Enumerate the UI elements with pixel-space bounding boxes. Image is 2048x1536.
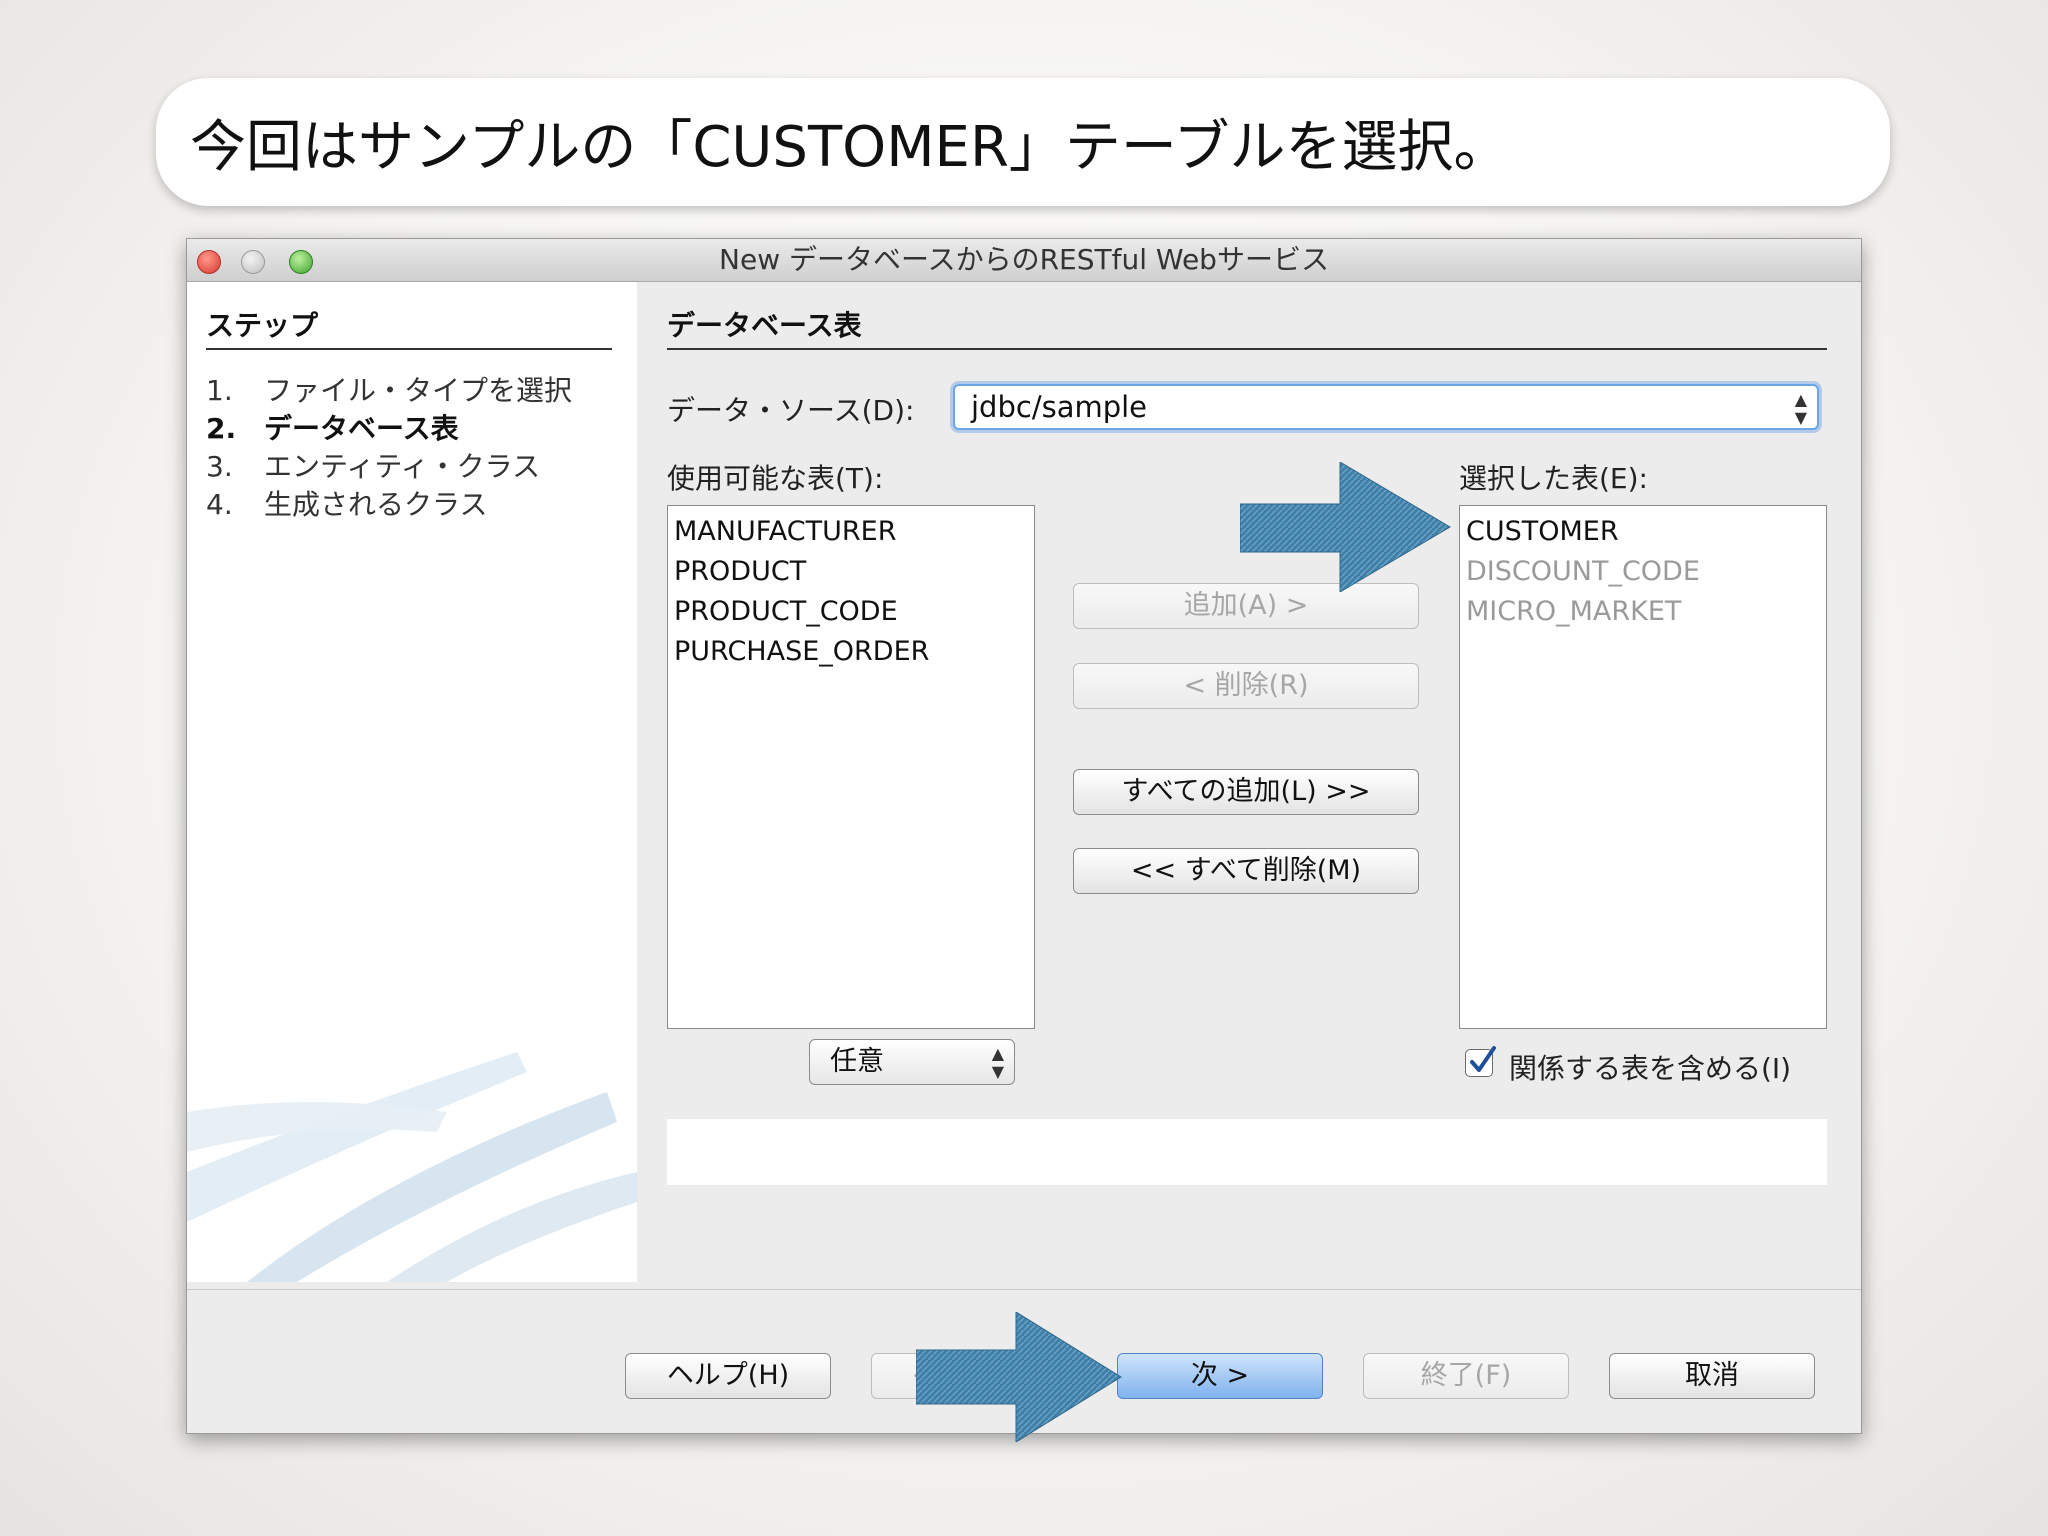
next-button[interactable]: 次 > — [1117, 1353, 1323, 1399]
window-title: New データベースからのRESTful Webサービス — [719, 243, 1329, 276]
remove-all-button[interactable]: << すべて削除(M) — [1073, 848, 1419, 894]
selected-tables-list[interactable]: CUSTOMER DISCOUNT_CODE MICRO_MARKET — [1459, 505, 1827, 1029]
selected-tables-label: 選択した表(E): — [1459, 462, 1648, 495]
available-tables-list[interactable]: MANUFACTURER PRODUCT PRODUCT_CODE PURCHA… — [667, 505, 1035, 1029]
list-item[interactable]: MICRO_MARKET — [1460, 592, 1826, 632]
datasource-value: jdbc/sample — [971, 390, 1148, 424]
arrow-right-icon — [1240, 462, 1451, 592]
updown-arrows-icon: ▲ ▼ — [991, 1044, 1004, 1081]
decorative-swoosh — [187, 1052, 637, 1282]
remove-button[interactable]: < 削除(R) — [1073, 663, 1419, 709]
steps-list: 1. ファイル・タイプを選択 2. データベース表 3. エンティティ・クラス 4. 生… — [206, 372, 572, 524]
step-item: 3. エンティティ・クラス — [206, 450, 541, 483]
include-related-label: 関係する表を含める(I) — [1509, 1052, 1792, 1085]
datasource-label: データ・ソース(D): — [667, 394, 915, 427]
list-item[interactable]: PURCHASE_ORDER — [668, 632, 1034, 672]
include-related-checkbox[interactable] — [1465, 1046, 1496, 1077]
step-item-current: 2. データベース表 — [206, 412, 459, 445]
separator — [187, 1289, 1861, 1290]
list-item[interactable]: DISCOUNT_CODE — [1460, 552, 1826, 592]
help-button[interactable]: ヘルプ(H) — [625, 1353, 831, 1399]
cancel-button[interactable]: 取消 — [1609, 1353, 1815, 1399]
wizard-dialog: New データベースからのRESTful Webサービス ステップ 1. ファイル… — [186, 238, 1862, 1434]
checkmark-icon — [1470, 1046, 1496, 1072]
finish-button[interactable]: 終了(F) — [1363, 1353, 1569, 1399]
step-item: 4. 生成されるクラス — [206, 488, 488, 521]
list-item[interactable]: CUSTOMER — [1460, 512, 1826, 552]
updown-arrows-icon: ▲ ▼ — [1794, 390, 1807, 427]
title-bar: New データベースからのRESTful Webサービス — [187, 239, 1861, 282]
add-all-button[interactable]: すべての追加(L) >> — [1073, 769, 1419, 815]
filter-select[interactable]: 任意 ▲ ▼ — [809, 1039, 1015, 1085]
message-area — [667, 1119, 1827, 1185]
steps-heading: ステップ — [206, 304, 612, 350]
datasource-select[interactable]: jdbc/sample ▲ ▼ — [953, 384, 1819, 430]
filter-select-value: 任意 — [830, 1046, 884, 1077]
arrow-right-icon — [916, 1312, 1122, 1442]
section-heading: データベース表 — [667, 304, 1827, 350]
available-tables-label: 使用可能な表(T): — [667, 462, 884, 495]
steps-panel: ステップ 1. ファイル・タイプを選択 2. データベース表 3. エンティティ・クラ… — [187, 282, 637, 1282]
slide-caption: 今回はサンプルの「CUSTOMER」テーブルを選択。 — [156, 78, 1890, 206]
list-item[interactable]: MANUFACTURER — [668, 512, 1034, 552]
step-item: 1. ファイル・タイプを選択 — [206, 374, 573, 407]
list-item[interactable]: PRODUCT — [668, 552, 1034, 592]
list-item[interactable]: PRODUCT_CODE — [668, 592, 1034, 632]
